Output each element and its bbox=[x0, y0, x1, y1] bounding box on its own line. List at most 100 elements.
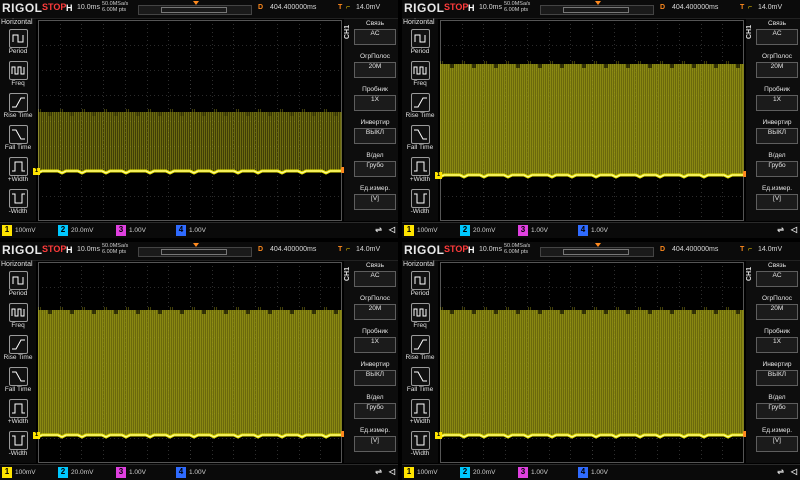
probe-menu-item[interactable]: Пробник 1X bbox=[354, 85, 396, 111]
ch1-status[interactable]: 1 100mV bbox=[2, 467, 36, 478]
ch2-status[interactable]: 2 20.0mV bbox=[58, 467, 93, 478]
ch1-ground-marker[interactable]: 1 bbox=[435, 172, 442, 179]
freq-button[interactable]: Freq bbox=[403, 303, 437, 337]
coupling-menu-item[interactable]: Связь AC bbox=[756, 261, 798, 287]
coupling-value[interactable]: AC bbox=[354, 271, 396, 287]
minus-width-button[interactable]: -Width bbox=[403, 189, 437, 223]
invert-menu-item[interactable]: Инвертир ВЫКЛ bbox=[756, 360, 798, 386]
fall-time-button[interactable]: Fall Time bbox=[1, 125, 35, 159]
period-button[interactable]: Period bbox=[403, 29, 437, 63]
freq-button[interactable]: Freq bbox=[1, 61, 35, 95]
rise-time-button[interactable]: Rise Time bbox=[403, 93, 437, 127]
probe-value[interactable]: 1X bbox=[354, 95, 396, 111]
bandwidth-limit-value[interactable]: 20M bbox=[354, 304, 396, 320]
units-value[interactable]: [V] bbox=[354, 194, 396, 210]
minus-width-button[interactable]: -Width bbox=[1, 189, 35, 223]
fall-time-button[interactable]: Fall Time bbox=[403, 367, 437, 401]
speaker-icon[interactable]: ◁ bbox=[791, 467, 797, 476]
fall-time-button[interactable]: Fall Time bbox=[403, 125, 437, 159]
ch2-status[interactable]: 2 20.0mV bbox=[58, 225, 93, 236]
invert-value[interactable]: ВЫКЛ bbox=[756, 370, 798, 386]
freq-button[interactable]: Freq bbox=[1, 303, 35, 337]
bandwidth-limit-value[interactable]: 20M bbox=[354, 62, 396, 78]
units-menu-item[interactable]: Ед.измер. [V] bbox=[354, 184, 396, 210]
probe-menu-item[interactable]: Пробник 1X bbox=[354, 327, 396, 353]
invert-value[interactable]: ВЫКЛ bbox=[756, 128, 798, 144]
run-stop-status[interactable]: STOP bbox=[42, 2, 66, 12]
ch4-status[interactable]: 4 1.00V bbox=[176, 467, 206, 478]
coupling-value[interactable]: AC bbox=[354, 29, 396, 45]
bandwidth-limit-menu-item[interactable]: ОгрПолос 20M bbox=[756, 52, 798, 78]
volts-div-menu-item[interactable]: В/дел Грубо bbox=[354, 151, 396, 177]
units-menu-item[interactable]: Ед.измер. [V] bbox=[756, 184, 798, 210]
coupling-value[interactable]: AC bbox=[756, 29, 798, 45]
ch1-ground-marker[interactable]: 1 bbox=[33, 168, 40, 175]
invert-menu-item[interactable]: Инвертир ВЫКЛ bbox=[354, 118, 396, 144]
bandwidth-limit-menu-item[interactable]: ОгрПолос 20M bbox=[756, 294, 798, 320]
units-value[interactable]: [V] bbox=[756, 194, 798, 210]
rise-time-button[interactable]: Rise Time bbox=[1, 335, 35, 369]
plus-width-button[interactable]: +Width bbox=[403, 399, 437, 433]
ch4-status[interactable]: 4 1.00V bbox=[578, 225, 608, 236]
probe-menu-item[interactable]: Пробник 1X bbox=[756, 327, 798, 353]
volts-div-value[interactable]: Грубо bbox=[756, 403, 798, 419]
volts-div-value[interactable]: Грубо bbox=[756, 161, 798, 177]
ch3-status[interactable]: 3 1.00V bbox=[116, 225, 146, 236]
invert-menu-item[interactable]: Инвертир ВЫКЛ bbox=[354, 360, 396, 386]
ch3-status[interactable]: 3 1.00V bbox=[518, 467, 548, 478]
run-stop-status[interactable]: STOP bbox=[444, 244, 468, 254]
units-menu-item[interactable]: Ед.измер. [V] bbox=[756, 426, 798, 452]
coupling-menu-item[interactable]: Связь AC bbox=[756, 19, 798, 45]
probe-value[interactable]: 1X bbox=[756, 95, 798, 111]
fall-time-button[interactable]: Fall Time bbox=[1, 367, 35, 401]
ch2-status[interactable]: 2 20.0mV bbox=[460, 467, 495, 478]
period-button[interactable]: Period bbox=[403, 271, 437, 305]
bandwidth-limit-menu-item[interactable]: ОгрПолос 20M bbox=[354, 52, 396, 78]
ch1-status[interactable]: 1 100mV bbox=[404, 225, 438, 236]
ch1-ground-marker[interactable]: 1 bbox=[33, 432, 40, 439]
probe-value[interactable]: 1X bbox=[756, 337, 798, 353]
run-stop-status[interactable]: STOP bbox=[42, 244, 66, 254]
speaker-icon[interactable]: ◁ bbox=[389, 225, 395, 234]
units-value[interactable]: [V] bbox=[354, 436, 396, 452]
ch2-status[interactable]: 2 20.0mV bbox=[460, 225, 495, 236]
ch1-status[interactable]: 1 100mV bbox=[2, 225, 36, 236]
plus-width-button[interactable]: +Width bbox=[1, 157, 35, 191]
volts-div-value[interactable]: Грубо bbox=[354, 161, 396, 177]
coupling-menu-item[interactable]: Связь AC bbox=[354, 261, 396, 287]
probe-menu-item[interactable]: Пробник 1X bbox=[756, 85, 798, 111]
period-button[interactable]: Period bbox=[1, 271, 35, 305]
bandwidth-limit-value[interactable]: 20M bbox=[756, 62, 798, 78]
period-button[interactable]: Period bbox=[1, 29, 35, 63]
waveform-display[interactable] bbox=[38, 262, 342, 463]
ch4-status[interactable]: 4 1.00V bbox=[578, 467, 608, 478]
units-value[interactable]: [V] bbox=[756, 436, 798, 452]
coupling-menu-item[interactable]: Связь AC bbox=[354, 19, 396, 45]
freq-button[interactable]: Freq bbox=[403, 61, 437, 95]
waveform-display[interactable] bbox=[38, 20, 342, 221]
ch3-status[interactable]: 3 1.00V bbox=[116, 467, 146, 478]
volts-div-menu-item[interactable]: В/дел Грубо bbox=[756, 151, 798, 177]
rise-time-button[interactable]: Rise Time bbox=[1, 93, 35, 127]
speaker-icon[interactable]: ◁ bbox=[791, 225, 797, 234]
minus-width-button[interactable]: -Width bbox=[403, 431, 437, 465]
ch4-status[interactable]: 4 1.00V bbox=[176, 225, 206, 236]
minus-width-button[interactable]: -Width bbox=[1, 431, 35, 465]
plus-width-button[interactable]: +Width bbox=[403, 157, 437, 191]
volts-div-value[interactable]: Грубо bbox=[354, 403, 396, 419]
run-stop-status[interactable]: STOP bbox=[444, 2, 468, 12]
coupling-value[interactable]: AC bbox=[756, 271, 798, 287]
volts-div-menu-item[interactable]: В/дел Грубо bbox=[354, 393, 396, 419]
invert-value[interactable]: ВЫКЛ bbox=[354, 370, 396, 386]
probe-value[interactable]: 1X bbox=[354, 337, 396, 353]
invert-value[interactable]: ВЫКЛ bbox=[354, 128, 396, 144]
invert-menu-item[interactable]: Инвертир ВЫКЛ bbox=[756, 118, 798, 144]
waveform-display[interactable] bbox=[440, 20, 744, 221]
volts-div-menu-item[interactable]: В/дел Грубо bbox=[756, 393, 798, 419]
bandwidth-limit-menu-item[interactable]: ОгрПолос 20M bbox=[354, 294, 396, 320]
ch1-status[interactable]: 1 100mV bbox=[404, 467, 438, 478]
rise-time-button[interactable]: Rise Time bbox=[403, 335, 437, 369]
speaker-icon[interactable]: ◁ bbox=[389, 467, 395, 476]
waveform-display[interactable] bbox=[440, 262, 744, 463]
plus-width-button[interactable]: +Width bbox=[1, 399, 35, 433]
